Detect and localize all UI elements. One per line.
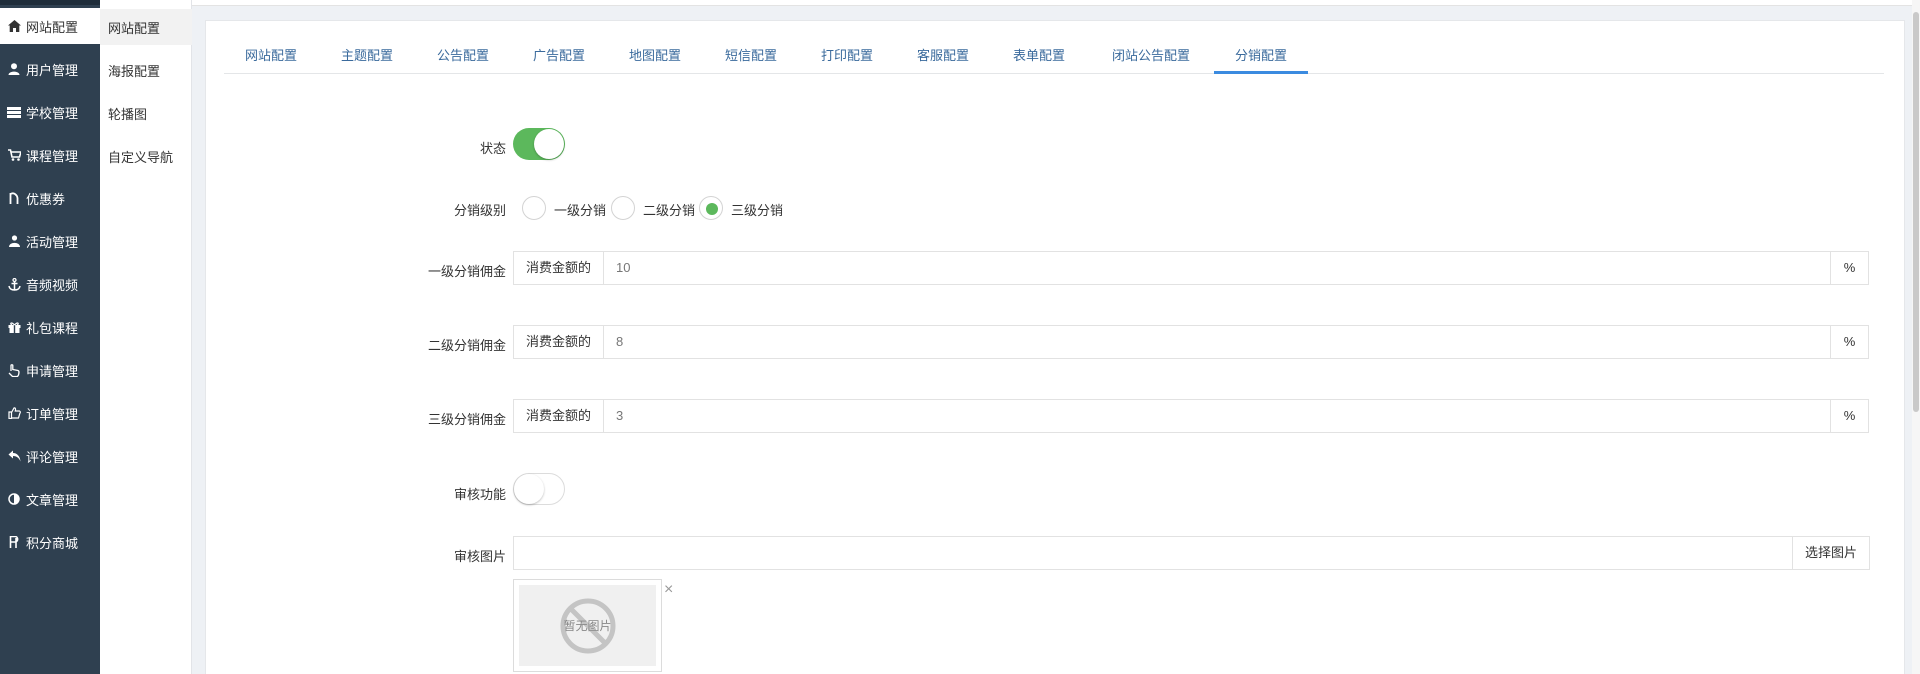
- tab-ad-config[interactable]: 广告配置: [512, 39, 606, 74]
- image-placeholder: 暂无图片: [519, 585, 656, 666]
- sidebar-item-comments[interactable]: 评论管理: [0, 438, 100, 474]
- sidebar-item-articles[interactable]: 文章管理: [0, 481, 100, 517]
- sidebar-item-schools[interactable]: 学校管理: [0, 94, 100, 130]
- review-toggle[interactable]: [513, 473, 565, 505]
- sidebar-item-courses[interactable]: 课程管理: [0, 137, 100, 173]
- sidebar-item-website-config[interactable]: 网站配置: [0, 8, 100, 44]
- page-scrollbar[interactable]: [1912, 0, 1920, 674]
- commission-1-input[interactable]: 10: [604, 252, 1830, 284]
- sidebar-top-strip: [0, 0, 100, 5]
- status-label: 状态: [479, 141, 506, 156]
- subbar-item-website-config[interactable]: 网站配置: [100, 9, 192, 45]
- review-image-label: 审核图片: [453, 549, 506, 564]
- sidebar-item-label: 优惠券: [26, 191, 66, 207]
- commission-3-percent: %: [1830, 400, 1868, 432]
- points-icon: [7, 535, 21, 549]
- review-image-input[interactable]: [514, 537, 1792, 569]
- image-preview: 暂无图片: [513, 579, 662, 672]
- commission-2-addon: 消费金额的: [514, 326, 605, 358]
- commission-1-group: 消费金额的 10 %: [513, 251, 1869, 285]
- content-panel: 网站配置 主题配置 公告配置 广告配置 地图配置 短信配置 打印配置 客服配置 …: [205, 20, 1905, 674]
- tab-sms-config[interactable]: 短信配置: [704, 39, 798, 74]
- commission-3-input[interactable]: 3: [604, 400, 1830, 432]
- sidebar-item-users[interactable]: 用户管理: [0, 51, 100, 87]
- top-strip: [192, 0, 1920, 6]
- subbar-item-poster-config[interactable]: 海报配置: [100, 52, 192, 88]
- sidebar-item-label: 音频视频: [26, 277, 79, 293]
- tab-map-config[interactable]: 地图配置: [608, 39, 702, 74]
- sidebar-item-label: 评论管理: [26, 449, 79, 465]
- hand-icon: [7, 363, 21, 377]
- review-label: 审核功能: [453, 487, 506, 502]
- sidebar-item-gift-courses[interactable]: 礼包课程: [0, 309, 100, 345]
- commission-2-percent: %: [1830, 326, 1868, 358]
- anchor-icon: [7, 277, 21, 291]
- tab-website-config[interactable]: 网站配置: [224, 39, 318, 74]
- no-image-text: 暂无图片: [563, 619, 612, 633]
- commission-3-group: 消费金额的 3 %: [513, 399, 1869, 433]
- tab-distribution-config[interactable]: 分销配置: [1214, 39, 1308, 74]
- thumb-icon: [7, 406, 21, 420]
- sidebar-item-activities[interactable]: 活动管理: [0, 223, 100, 259]
- main-sidebar: 网站配置 用户管理 学校管理 课程管理 优惠券 活动管理 音频视频 礼包课程 申…: [0, 0, 100, 674]
- subbar-item-carousel[interactable]: 轮播图: [100, 95, 192, 131]
- tab-notice-config[interactable]: 公告配置: [416, 39, 510, 74]
- sidebar-item-label: 申请管理: [26, 363, 79, 379]
- tab-service-config[interactable]: 客服配置: [896, 39, 990, 74]
- select-image-button[interactable]: 选择图片: [1791, 537, 1869, 569]
- school-icon: [7, 105, 21, 119]
- user-icon: [7, 62, 21, 76]
- review-image-group: 选择图片: [513, 536, 1870, 570]
- sidebar-item-label: 学校管理: [26, 105, 79, 121]
- group-icon: [7, 234, 21, 248]
- sidebar-item-label: 活动管理: [26, 234, 79, 250]
- contrast-icon: [7, 492, 21, 506]
- toggle-knob: [514, 474, 544, 504]
- sidebar-item-label: 积分商城: [26, 535, 79, 551]
- level-2-radio[interactable]: [611, 196, 635, 220]
- sidebar-item-points-mall[interactable]: 积分商城: [0, 524, 100, 560]
- sidebar-item-label: 文章管理: [26, 492, 79, 508]
- toggle-knob: [534, 129, 564, 159]
- home-icon: [7, 19, 21, 33]
- tab-theme-config[interactable]: 主题配置: [320, 39, 414, 74]
- sidebar-item-label: 订单管理: [26, 406, 79, 422]
- sidebar-item-coupons[interactable]: 优惠券: [0, 180, 100, 216]
- sidebar-item-label: 课程管理: [26, 148, 79, 164]
- sidebar-item-label: 礼包课程: [26, 320, 79, 336]
- level-1-label: 一级分销: [554, 203, 607, 218]
- tab-form-config[interactable]: 表单配置: [992, 39, 1086, 74]
- config-tabs: 网站配置 主题配置 公告配置 广告配置 地图配置 短信配置 打印配置 客服配置 …: [224, 39, 1884, 74]
- commission-2-group: 消费金额的 8 %: [513, 325, 1869, 359]
- sidebar-item-applications[interactable]: 申请管理: [0, 352, 100, 388]
- subbar-item-custom-nav[interactable]: 自定义导航: [100, 138, 192, 174]
- gift-icon: [7, 320, 21, 334]
- commission-2-label: 二级分销佣金: [427, 338, 506, 353]
- level-3-radio[interactable]: [699, 196, 723, 220]
- sidebar-item-label: 网站配置: [26, 19, 79, 35]
- level-2-label: 二级分销: [643, 203, 696, 218]
- commission-2-input[interactable]: 8: [604, 326, 1830, 358]
- tab-closure-notice-config[interactable]: 闭站公告配置: [1092, 39, 1210, 74]
- level-label: 分销级别: [453, 203, 506, 218]
- cart-icon: [7, 148, 21, 162]
- status-toggle[interactable]: [513, 128, 565, 160]
- coupon-icon: [7, 191, 21, 205]
- commission-1-addon: 消费金额的: [514, 252, 605, 284]
- remove-image-icon[interactable]: ×: [664, 582, 673, 598]
- commission-1-label: 一级分销佣金: [427, 264, 506, 279]
- sub-sidebar: 网站配置 海报配置 轮播图 自定义导航: [100, 0, 192, 674]
- tab-print-config[interactable]: 打印配置: [800, 39, 894, 74]
- commission-3-label: 三级分销佣金: [427, 412, 506, 427]
- sidebar-item-orders[interactable]: 订单管理: [0, 395, 100, 431]
- scrollbar-thumb[interactable]: [1913, 12, 1919, 412]
- reply-icon: [7, 449, 21, 463]
- commission-1-percent: %: [1830, 252, 1868, 284]
- commission-3-addon: 消费金额的: [514, 400, 605, 432]
- sidebar-item-audio-video[interactable]: 音频视频: [0, 266, 100, 302]
- level-3-label: 三级分销: [731, 203, 784, 218]
- sidebar-item-label: 用户管理: [26, 62, 79, 78]
- level-1-radio[interactable]: [522, 196, 546, 220]
